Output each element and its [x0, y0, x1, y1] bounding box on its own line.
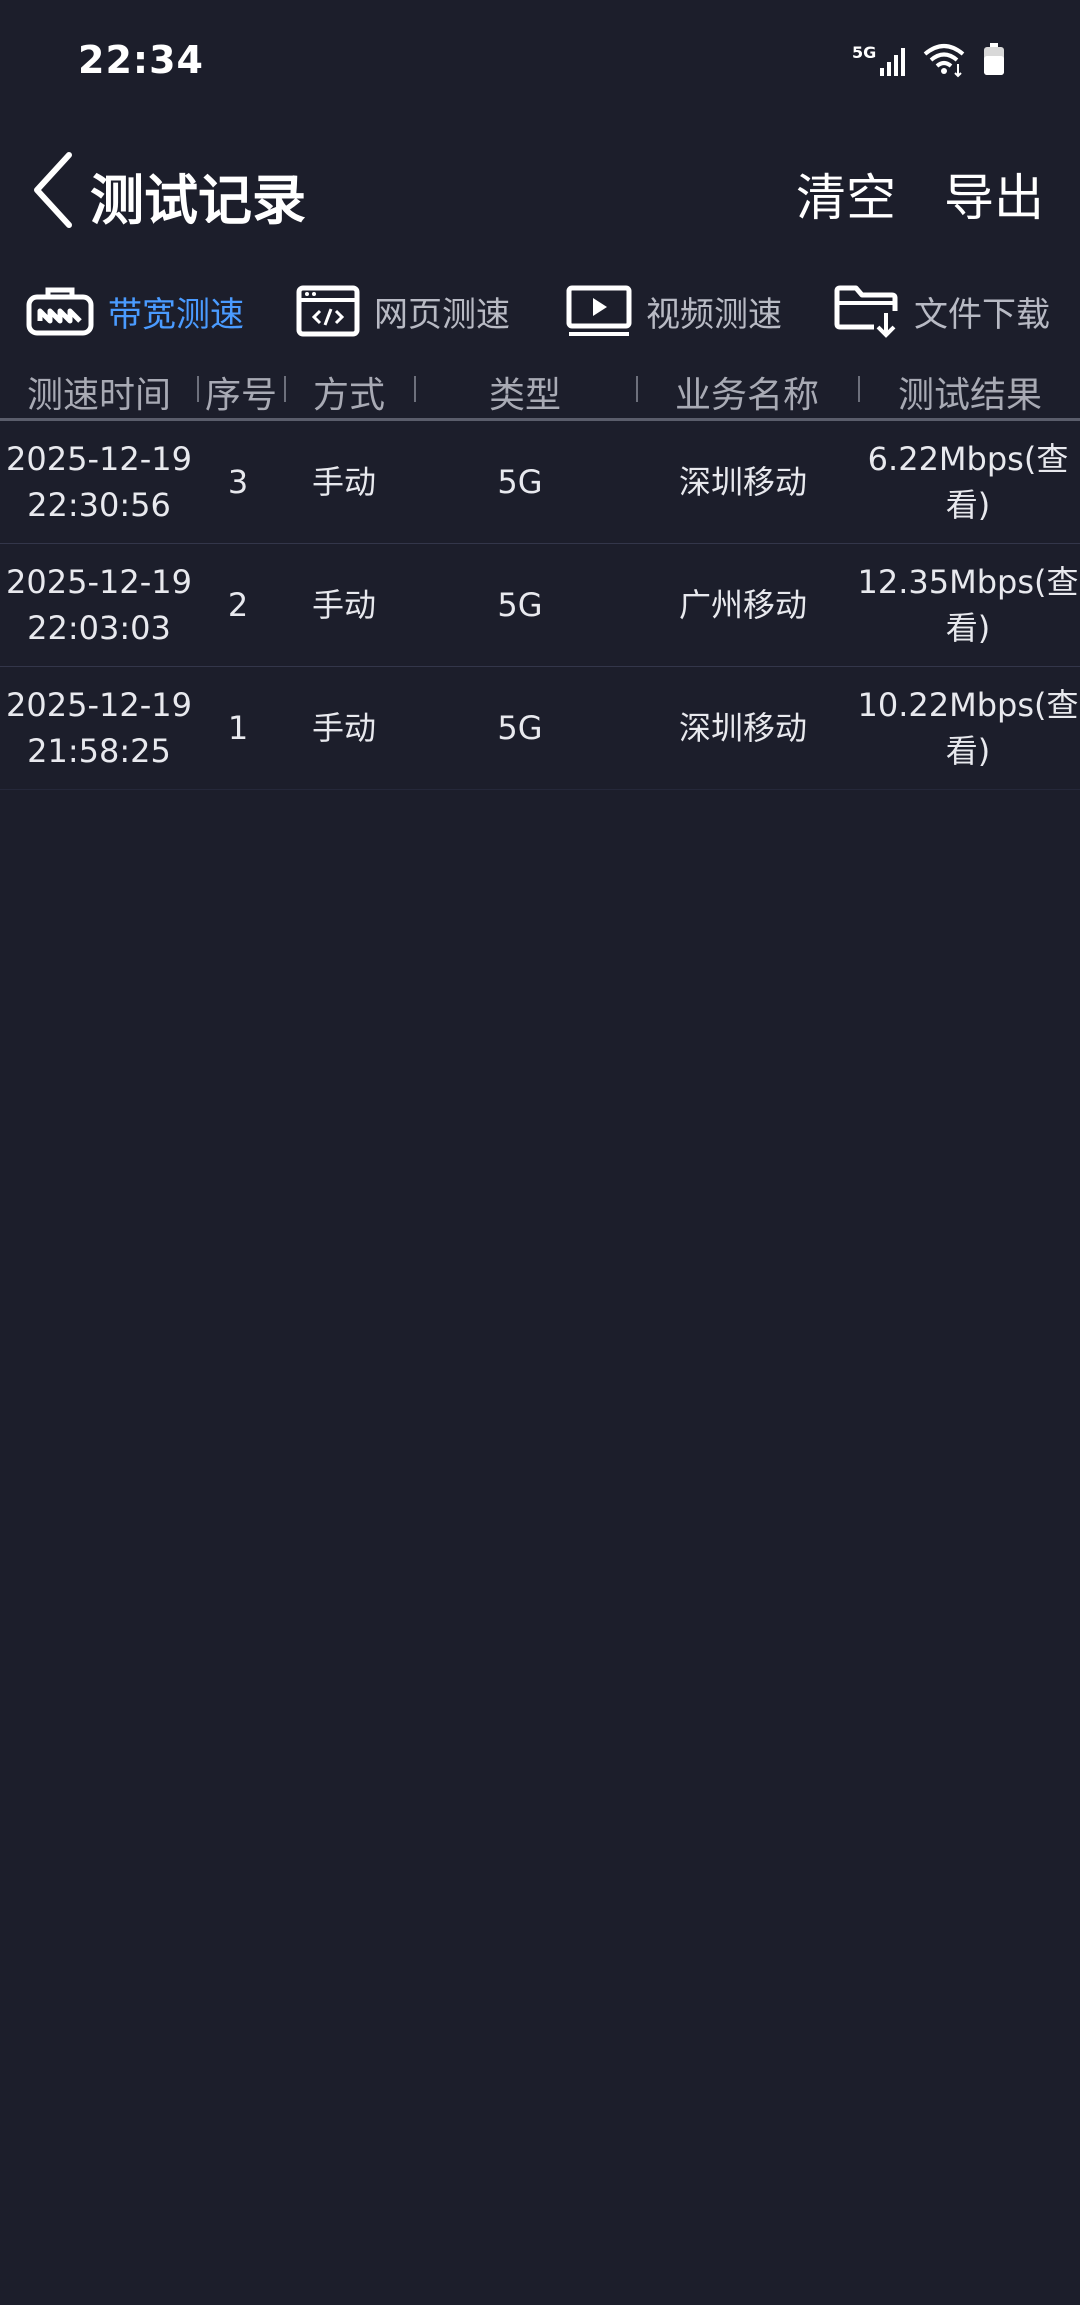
table-row[interactable]: 2025-12-19 21:58:25 1 手动 5G 深圳移动 10.22Mb…: [0, 667, 1080, 790]
result-line2: 看): [945, 609, 991, 647]
status-time: 22:34: [78, 38, 204, 82]
result-line2: 看): [945, 486, 991, 524]
column-header-result: 测试结果: [897, 375, 1042, 416]
webpage-code-icon: [296, 285, 360, 337]
speedtest-tabs: 带宽测速 网页测速 视频测速 文件下载: [0, 278, 1080, 344]
tab-webpage-label: 网页测速: [374, 294, 510, 335]
cell-mode: 手动: [311, 586, 376, 624]
signal-5g-icon: 5G: [852, 42, 908, 78]
cell-mode: 手动: [311, 463, 376, 501]
records-table: 2025-12-19 22:30:56 3 手动 5G 深圳移动 6.22Mbp…: [0, 421, 1080, 790]
folder-download-icon: [834, 285, 898, 338]
clear-button[interactable]: 清空: [796, 158, 896, 230]
cell-type: 5G: [497, 586, 543, 624]
cell-type: 5G: [497, 463, 543, 501]
cell-seq: 2: [227, 586, 249, 624]
status-icons: 5G: [852, 42, 1006, 78]
tab-bandwidth-label: 带宽测速: [108, 294, 244, 335]
cell-mode: 手动: [311, 709, 376, 747]
bandwidth-icon: [26, 287, 94, 336]
cell-time: 2025-12-19 21:58:25: [0, 667, 198, 789]
cell-date: 2025-12-19: [6, 440, 192, 478]
table-header: 测速时间 序号 方式 类型 业务名称 测试结果: [0, 362, 1080, 421]
cell-date: 2025-12-19: [6, 686, 192, 724]
cell-clock: 22:30:56: [27, 486, 171, 524]
tab-file-download[interactable]: 文件下载: [834, 278, 1050, 344]
cell-clock: 22:03:03: [27, 609, 171, 647]
video-play-icon: [566, 285, 632, 336]
cell-seq: 3: [227, 463, 249, 501]
network-type-label: 5G: [852, 43, 876, 62]
result-line1: 6.22Mbps(查: [867, 440, 1069, 478]
back-chevron-icon: [34, 152, 72, 228]
cell-time: 2025-12-19 22:30:56: [0, 421, 198, 543]
status-bar: 22:34 5G: [0, 0, 1080, 130]
battery-icon: [982, 42, 1006, 78]
result-line1: 10.22Mbps(查: [857, 686, 1079, 724]
app-header: 测试记录 清空 导出: [0, 140, 1080, 240]
cell-name: 广州移动: [678, 586, 807, 624]
cell-name: 深圳移动: [678, 463, 807, 501]
column-header-time: 测速时间: [26, 375, 171, 416]
result-line2: 看): [945, 732, 991, 770]
cell-name: 深圳移动: [678, 709, 807, 747]
cell-type: 5G: [497, 709, 543, 747]
cell-clock: 21:58:25: [27, 732, 171, 770]
wifi-icon: [922, 42, 968, 78]
cell-seq: 1: [227, 709, 249, 747]
tab-video[interactable]: 视频测速: [566, 278, 782, 344]
table-row[interactable]: 2025-12-19 22:30:56 3 手动 5G 深圳移动 6.22Mbp…: [0, 421, 1080, 544]
tab-video-label: 视频测速: [646, 294, 782, 335]
cell-result-link[interactable]: 10.22Mbps(查 看): [856, 667, 1080, 789]
cell-date: 2025-12-19: [6, 563, 192, 601]
page-title: 测试记录: [90, 169, 306, 232]
tab-webpage[interactable]: 网页测速: [296, 278, 510, 344]
column-header-seq: 序号: [204, 375, 277, 416]
tab-file-download-label: 文件下载: [914, 294, 1050, 335]
cell-result-link[interactable]: 12.35Mbps(查 看): [856, 544, 1080, 666]
result-line1: 12.35Mbps(查: [857, 563, 1079, 601]
table-row[interactable]: 2025-12-19 22:03:03 2 手动 5G 广州移动 12.35Mb…: [0, 544, 1080, 667]
cell-time: 2025-12-19 22:03:03: [0, 544, 198, 666]
back-button[interactable]: [28, 150, 78, 230]
column-header-name: 业务名称: [674, 375, 819, 416]
cell-result-link[interactable]: 6.22Mbps(查 看): [856, 421, 1080, 543]
export-button[interactable]: 导出: [944, 158, 1044, 230]
column-header-mode: 方式: [312, 375, 385, 416]
tab-bandwidth[interactable]: 带宽测速: [26, 278, 244, 344]
column-header-type: 类型: [488, 375, 561, 416]
